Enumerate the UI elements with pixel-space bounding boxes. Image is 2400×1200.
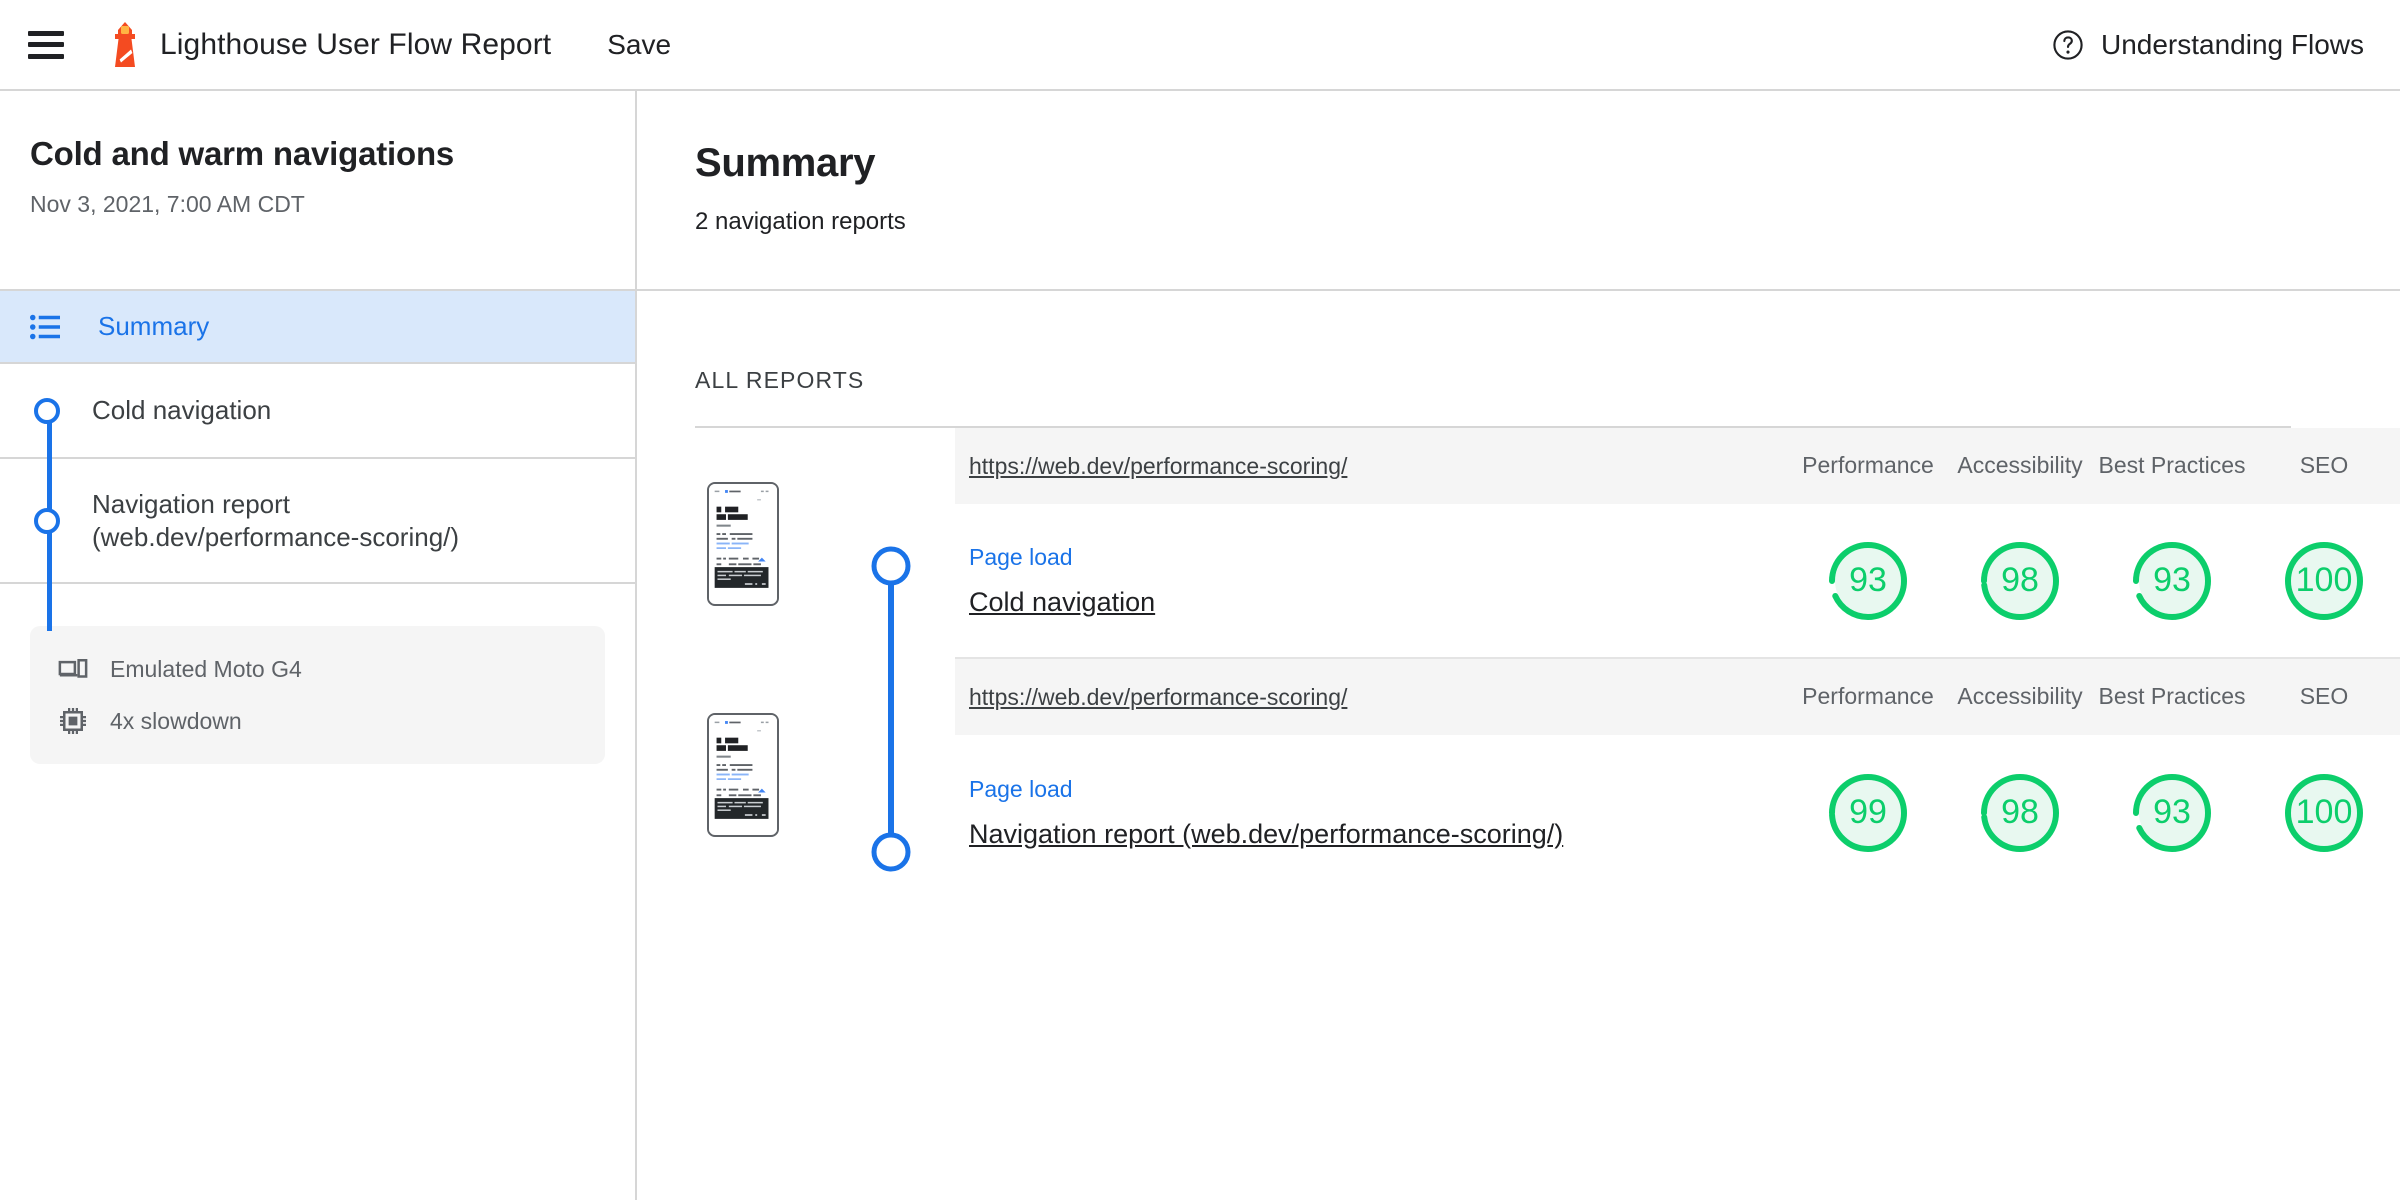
step-name-link[interactable]: Navigation report (web.dev/performance-s… [969,819,1792,850]
score-value: 98 [2001,793,2039,831]
report-step-info: Page load Cold navigation [969,544,1792,618]
step-dot [34,507,60,534]
reports-table: https://web.dev/performance-scoring/ Per… [637,428,2400,890]
score-cell-seo: 100 [2248,539,2400,623]
report-rows: https://web.dev/performance-scoring/ Per… [955,428,2400,659]
report-url-row: https://web.dev/performance-scoring/ Per… [955,659,2400,735]
score-cell-best-practices: 93 [2096,539,2248,623]
sidebar-item-cold-navigation[interactable]: Cold navigation [0,364,635,459]
report-rows: https://web.dev/performance-scoring/ Per… [955,659,2400,890]
score-gauge-accessibility[interactable]: 98 [1978,771,2062,855]
column-header-accessibility: Accessibility [1957,452,2083,479]
report-block: https://web.dev/performance-scoring/ Per… [695,428,2400,659]
score-gauge-best-practices[interactable]: 93 [2130,539,2214,623]
score-cell-best-practices: 93 [2096,771,2248,855]
sidebar-item-summary[interactable]: Summary [0,291,635,364]
score-value: 93 [2153,793,2191,831]
score-cell-accessibility: 98 [1944,539,2096,623]
flow-timestamp: Nov 3, 2021, 7:00 AM CDT [30,191,305,217]
score-cell-performance: 99 [1792,771,1944,855]
environment-cpu-label: 4x slowdown [110,707,242,734]
table-row: Page load Cold navigation 93 98 93 100 [955,504,2400,659]
all-reports-label: ALL REPORTS [695,367,865,393]
hamburger-bar [28,30,64,36]
score-cell-accessibility: 98 [1944,771,2096,855]
score-gauge-performance[interactable]: 93 [1826,539,1910,623]
hamburger-bar [28,42,64,47]
column-header-performance: Performance [1802,683,1934,710]
thumbnail-preview [709,715,777,833]
summary-header: Summary 2 navigation reports [637,91,2400,291]
flow-title: Cold and warm navigations [30,135,455,172]
thumbnail-preview [709,484,777,602]
hamburger-menu-icon[interactable] [28,30,64,59]
step-type-label[interactable]: Page load [969,544,1792,571]
column-header-performance: Performance [1802,452,1934,479]
column-header-accessibility: Accessibility [1957,683,2083,710]
sidebar-item-label-line1: Navigation report [92,489,290,519]
column-header-seo: SEO [2299,452,2349,479]
score-value: 93 [1849,561,1887,599]
column-header-best-practices: Best Practices [2098,683,2246,710]
step-circle-icon [22,397,72,424]
step-name-link[interactable]: Cold navigation [969,587,1792,618]
score-gauge-best-practices[interactable]: 93 [2130,771,2214,855]
list-bulleted-icon [30,314,60,339]
score-gauge-accessibility[interactable]: 98 [1978,539,2062,623]
score-value: 93 [2153,561,2191,599]
step-type-label[interactable]: Page load [969,776,1792,803]
save-button[interactable]: Save [603,23,675,67]
brand: Lighthouse User Flow Report [110,21,552,68]
report-url-row: https://web.dev/performance-scoring/ Per… [955,428,2400,504]
score-cell-seo: 100 [2248,771,2400,855]
lighthouse-logo-icon [115,21,135,67]
report-thumbnail-column [695,659,955,890]
environment-device-label: Emulated Moto G4 [110,655,302,682]
report-url-link[interactable]: https://web.dev/performance-scoring/ [969,453,1792,480]
column-header-best-practices: Best Practices [2098,452,2246,479]
report-thumbnail[interactable] [707,482,779,606]
hamburger-bar [28,53,64,59]
top-app-bar: Lighthouse User Flow Report Save Underst… [0,0,2400,91]
sidebar-item-navigation-report[interactable]: Navigation report (web.dev/performance-s… [0,459,635,584]
cpu-chip-icon [60,708,86,734]
score-value: 99 [1849,793,1887,831]
environment-device-row: Emulated Moto G4 [58,654,605,684]
sidebar-item-label: Summary [98,311,210,341]
report-count: 2 navigation reports [695,208,906,235]
help-circle-icon [2053,29,2083,60]
understanding-flows-link[interactable]: Understanding Flows [2051,28,2364,62]
report-url-link[interactable]: https://web.dev/performance-scoring/ [969,684,1792,711]
sidebar-flow-rail [47,407,52,569]
report-block: https://web.dev/performance-scoring/ Per… [695,659,2400,890]
report-thumbnail-column [695,428,955,659]
sidebar: Cold and warm navigations Nov 3, 2021, 7… [0,91,637,1200]
score-cell-performance: 93 [1792,539,1944,623]
score-value: 100 [2295,793,2353,831]
score-gauge-performance[interactable]: 99 [1826,771,1910,855]
sidebar-item-label-line2: (web.dev/performance-scoring/) [92,521,460,552]
sidebar-item-label: Navigation report (web.dev/performance-s… [92,488,459,553]
understanding-flows-label: Understanding Flows [2100,28,2364,60]
app-title: Lighthouse User Flow Report [160,27,552,61]
sidebar-flow-rail [47,557,52,631]
step-circle-icon [22,507,72,534]
page-body: Cold and warm navigations Nov 3, 2021, 7… [0,91,2400,1200]
report-thumbnail[interactable] [707,713,779,837]
table-row: Page load Navigation report (web.dev/per… [955,735,2400,890]
report-step-info: Page load Navigation report (web.dev/per… [969,776,1792,850]
environment-cpu-row: 4x slowdown [58,706,605,736]
main-content: Summary 2 navigation reports ALL REPORTS [637,91,2400,1200]
score-gauge-seo[interactable]: 100 [2282,539,2366,623]
score-gauge-seo[interactable]: 100 [2282,771,2366,855]
score-value: 100 [2295,561,2353,599]
device-mobile-icon [58,659,88,678]
environment-box: Emulated Moto G4 4x slowdown [30,626,605,764]
step-dot [34,397,60,424]
sidebar-item-label: Cold navigation [92,395,272,426]
column-header-seo: SEO [2299,683,2349,710]
page-title: Summary [695,141,876,185]
score-value: 98 [2001,561,2039,599]
flow-header: Cold and warm navigations Nov 3, 2021, 7… [0,91,635,291]
